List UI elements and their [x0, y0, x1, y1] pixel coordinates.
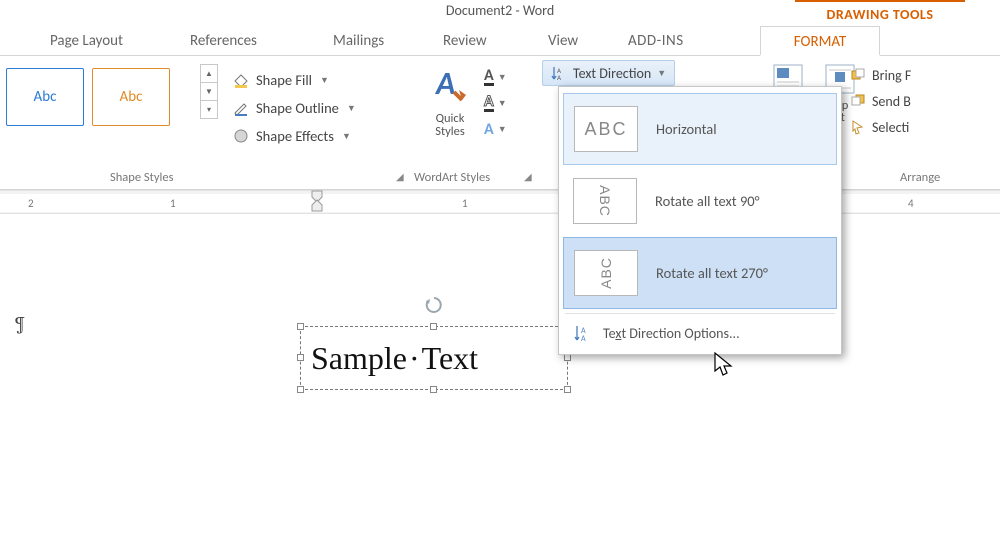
text-direction-icon: A A — [551, 65, 567, 81]
text-fill-button[interactable]: A ▼ — [484, 64, 536, 90]
tab-view[interactable]: View — [540, 26, 586, 56]
dropdown-icon: ▼ — [320, 75, 329, 86]
text-box[interactable]: Sample·Text — [300, 326, 568, 390]
ruler-number: 2 — [28, 197, 34, 210]
text-direction-label: Text Direction — [573, 65, 651, 82]
menu-item-label: Horizontal — [656, 120, 717, 138]
menu-item-label: Rotate all text 90° — [655, 192, 760, 210]
resize-handle[interactable] — [297, 386, 304, 393]
app-window: Document2 - Word DRAWING TOOLS Page Layo… — [0, 0, 1000, 440]
indent-marker-icon[interactable] — [308, 189, 326, 213]
ribbon: Abc Abc ▲ ▼ ▾ Shape Fill ▼ Shape Outline… — [0, 56, 1000, 190]
selection-pane-icon — [850, 119, 866, 135]
tab-addins[interactable]: ADD-INS — [620, 26, 692, 56]
gallery-expand-icon[interactable]: ▾ — [200, 100, 218, 119]
quick-styles-label: Quick Styles — [424, 112, 476, 138]
horizontal-ruler[interactable]: 2 1 1 4 — [0, 190, 1000, 214]
pencil-outline-icon — [232, 99, 250, 117]
menu-separator — [565, 313, 835, 314]
dropdown-icon: ▼ — [342, 131, 351, 142]
text-fill-icon: A — [484, 69, 494, 86]
dialog-launcher-icon[interactable]: ◢ — [396, 170, 404, 183]
send-backward-icon — [850, 93, 866, 109]
ruler-number: 1 — [170, 197, 176, 210]
svg-text:A: A — [581, 334, 586, 342]
dropdown-icon: ▼ — [498, 124, 507, 135]
text-direction-options-icon: A A — [573, 324, 591, 342]
horizontal-thumb-icon: ABC — [574, 106, 638, 152]
dialog-launcher-icon[interactable]: ◢ — [524, 170, 532, 183]
gallery-scroll-down-icon[interactable]: ▼ — [200, 82, 218, 101]
title-bar: Document2 - Word DRAWING TOOLS — [0, 0, 1000, 26]
menu-item-rotate-90[interactable]: ABC Rotate all text 90° — [563, 165, 837, 237]
shape-style-swatch[interactable]: Abc — [6, 68, 84, 126]
resize-handle[interactable] — [564, 386, 571, 393]
group-label-arrange: Arrange — [900, 170, 940, 185]
group-label-wordart: WordArt Styles — [414, 170, 490, 185]
menu-item-label: Text Direction Options... — [603, 325, 740, 342]
tab-page-layout[interactable]: Page Layout — [42, 26, 131, 56]
paragraph-mark: ¶ — [14, 312, 26, 335]
arrange-group: Bring F Send B Selecti — [850, 62, 1000, 140]
ruler-number: 1 — [462, 197, 468, 210]
selection-pane-button[interactable]: Selecti — [850, 114, 1000, 140]
text-effects-icon: A — [484, 120, 494, 139]
paint-bucket-icon — [232, 71, 250, 89]
resize-handle[interactable] — [564, 354, 571, 361]
text-direction-button[interactable]: A A Text Direction ▼ — [542, 60, 675, 86]
dropdown-icon: ▼ — [498, 98, 507, 109]
shape-style-gallery-scroller[interactable]: ▲ ▼ ▾ — [200, 64, 218, 118]
resize-handle[interactable] — [297, 323, 304, 330]
shape-outline-label: Shape Outline — [256, 99, 339, 117]
resize-handle[interactable] — [430, 386, 437, 393]
tab-references[interactable]: References — [182, 26, 265, 56]
text-direction-menu: ABC Horizontal ABC Rotate all text 90° A… — [558, 86, 842, 355]
menu-item-rotate-270[interactable]: ABC Rotate all text 270° — [563, 237, 837, 309]
shape-outline-button[interactable]: Shape Outline ▼ — [232, 94, 410, 122]
menu-item-text-direction-options[interactable]: A A Text Direction Options... — [563, 318, 837, 348]
rotate-270-thumb-icon: ABC — [574, 250, 638, 296]
text-effects-button[interactable]: A ▼ — [484, 116, 536, 142]
dropdown-icon: ▼ — [657, 68, 666, 79]
space-dot: · — [407, 340, 422, 376]
shape-style-gallery[interactable]: Abc Abc — [0, 64, 200, 140]
svg-text:A: A — [434, 64, 455, 103]
shape-effects-label: Shape Effects — [256, 127, 334, 145]
rotate-90-thumb-icon: ABC — [573, 178, 637, 224]
shape-style-swatch[interactable]: Abc — [92, 68, 170, 126]
document-canvas[interactable]: ¶ Sample·Text — [0, 214, 1000, 440]
text-outline-button[interactable]: A ▼ — [484, 90, 536, 116]
ruler-number: 4 — [908, 197, 914, 210]
text-box-content: Sample·Text — [311, 340, 478, 377]
bring-forward-button[interactable]: Bring F — [850, 62, 1000, 88]
resize-handle[interactable] — [430, 323, 437, 330]
gallery-scroll-up-icon[interactable]: ▲ — [200, 64, 218, 83]
shape-effects-button[interactable]: Shape Effects ▼ — [232, 122, 410, 150]
dropdown-icon: ▼ — [347, 103, 356, 114]
send-backward-button[interactable]: Send B — [850, 88, 1000, 114]
send-backward-label: Send B — [872, 93, 911, 110]
tab-format[interactable]: FORMAT — [760, 26, 880, 56]
shape-effects-icon — [232, 127, 250, 145]
quick-styles-icon: A — [428, 62, 472, 106]
tab-review[interactable]: Review — [435, 26, 495, 56]
shape-fill-button[interactable]: Shape Fill ▼ — [232, 66, 410, 94]
ribbon-tabs: Page Layout References Mailings Review V… — [0, 26, 1000, 56]
rotate-handle-icon[interactable] — [424, 295, 444, 315]
contextual-tool-tab: DRAWING TOOLS — [795, 0, 965, 26]
group-label-shape-styles: Shape Styles — [110, 170, 173, 185]
menu-item-label: Rotate all text 270° — [656, 264, 768, 282]
quick-styles-button[interactable]: A Quick Styles — [424, 62, 476, 138]
dropdown-icon: ▼ — [498, 72, 507, 83]
resize-handle[interactable] — [297, 354, 304, 361]
text-outline-icon: A — [484, 95, 494, 112]
menu-item-horizontal[interactable]: ABC Horizontal — [563, 93, 837, 165]
bring-forward-icon — [850, 67, 866, 83]
tab-mailings[interactable]: Mailings — [325, 26, 392, 56]
shape-fill-label: Shape Fill — [256, 71, 312, 89]
selection-pane-label: Selecti — [872, 119, 909, 136]
svg-text:A: A — [557, 73, 562, 81]
bring-forward-label: Bring F — [872, 67, 911, 84]
